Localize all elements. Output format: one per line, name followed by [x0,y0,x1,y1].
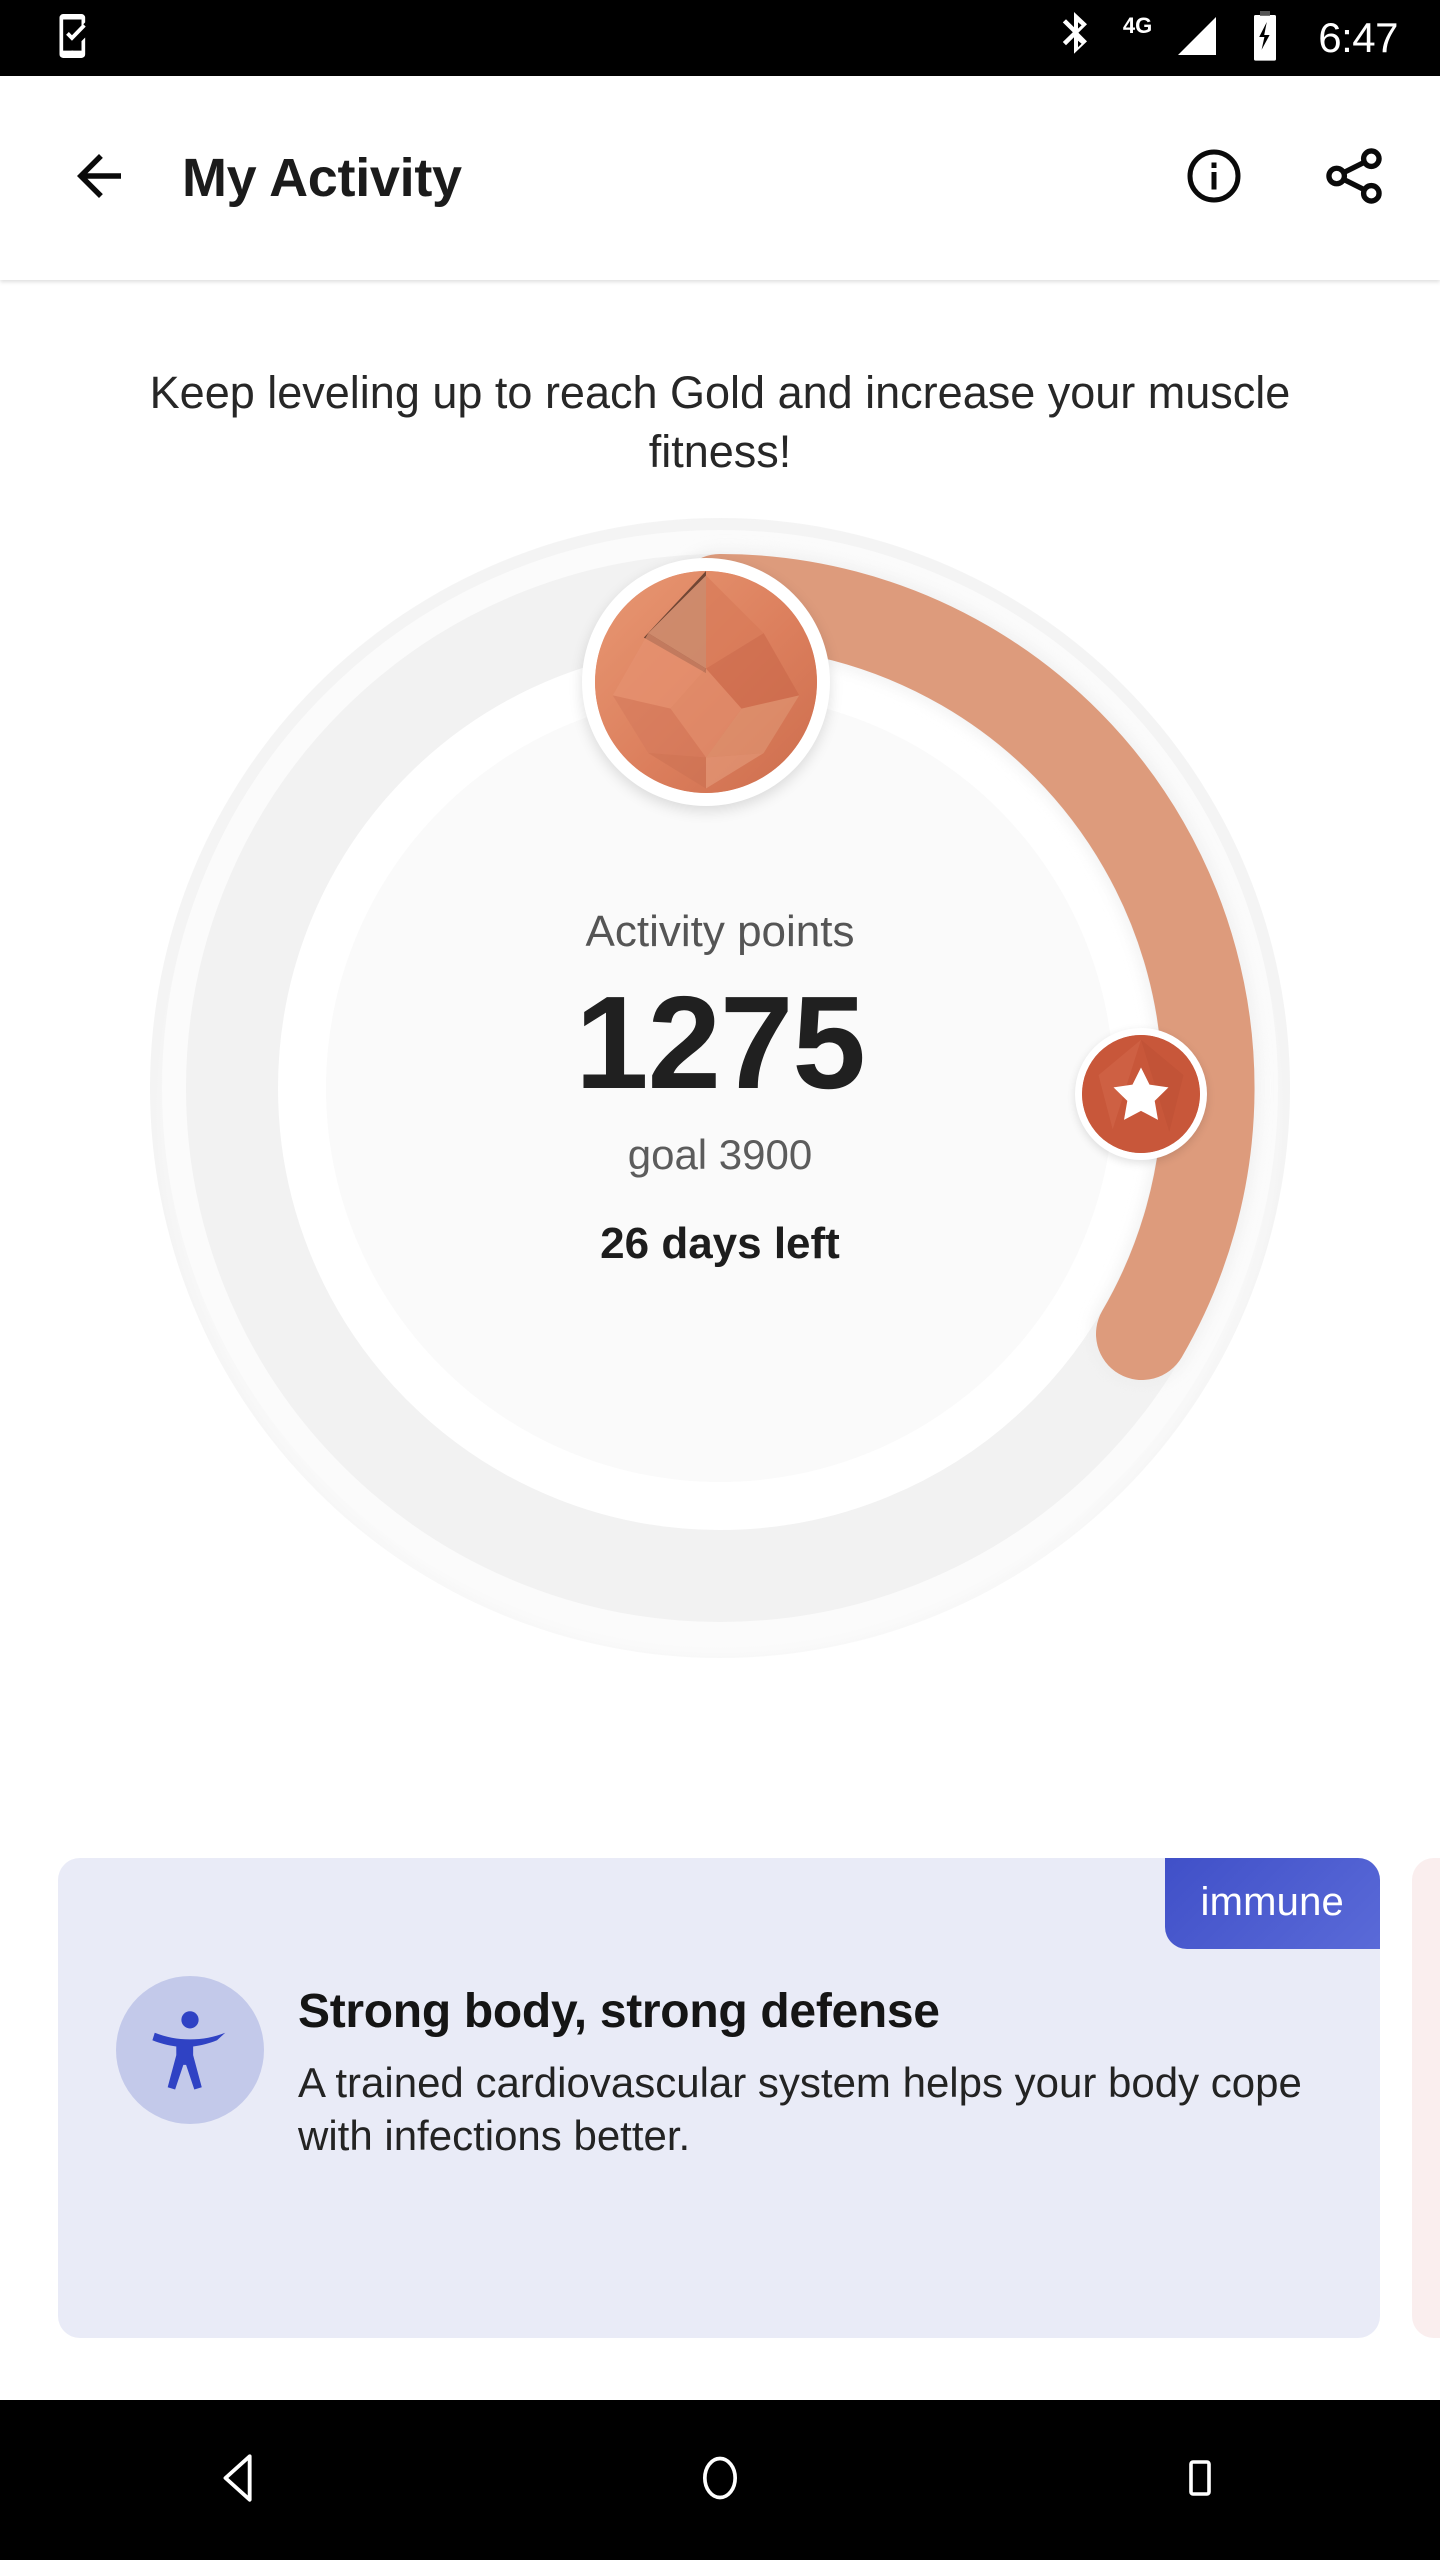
status-bar-left [54,12,98,65]
star-milestone-icon [1082,1034,1200,1153]
phone-check-icon [54,12,98,65]
nav-home-circle-icon [694,2452,746,2509]
signal-bars-icon [1174,15,1220,62]
share-icon [1322,144,1386,213]
network-type-label: 4G [1122,13,1153,38]
nav-back-triangle-icon [211,2449,269,2512]
main-content: Keep leveling up to reach Gold and incre… [0,280,1440,2400]
gauge-value: 1275 [575,968,866,1116]
battery-charging-icon [1250,10,1280,66]
insight-card-description: A trained cardiovascular system helps yo… [298,2059,1302,2159]
back-arrow-icon [66,143,132,214]
gauge-center: Activity points 1275 goal 3900 26 days l… [326,693,1114,1482]
bronze-gem-icon [595,570,817,793]
nav-recents-button[interactable] [1110,2420,1290,2540]
nav-home-button[interactable] [630,2420,810,2540]
nav-recents-square-icon [1176,2454,1224,2507]
app-bar: My Activity [0,76,1440,280]
headline-text: Keep leveling up to reach Gold and incre… [149,367,1291,477]
level-gem-badge[interactable] [582,557,830,806]
nav-back-button[interactable] [150,2420,330,2540]
page-title: My Activity [182,148,462,208]
accessibility-person-icon [116,1976,264,2124]
info-button[interactable] [1184,146,1244,211]
insight-cards-carousel[interactable]: immune Strong body, strong defense A tra… [0,1858,1440,2358]
gauge-goal: goal 3900 [627,1130,813,1178]
insight-card-next-peek[interactable] [1412,1858,1440,2338]
share-button[interactable] [1322,144,1386,213]
status-bar-right: 4G 6:47 [1059,10,1398,66]
bluetooth-icon [1059,11,1093,65]
gauge-days-left: 26 days left [600,1218,840,1268]
system-nav-bar [0,2400,1440,2560]
milestone-marker[interactable] [1075,1027,1207,1160]
status-bar-clock: 6:47 [1318,14,1398,61]
app-bar-actions [1184,144,1386,213]
activity-gauge: Activity points 1275 goal 3900 26 days l… [140,508,1300,1668]
back-button[interactable] [56,135,142,221]
status-bar: 4G 6:47 [0,0,1440,76]
info-circle-icon [1184,146,1244,211]
insight-card[interactable]: immune Strong body, strong defense A tra… [58,1858,1380,2338]
insight-card-text: Strong body, strong defense A trained ca… [298,1976,1320,2163]
gauge-label: Activity points [585,906,855,956]
insight-card-title: Strong body, strong defense [298,1985,940,2038]
status-badge: immune [1164,1858,1380,1949]
